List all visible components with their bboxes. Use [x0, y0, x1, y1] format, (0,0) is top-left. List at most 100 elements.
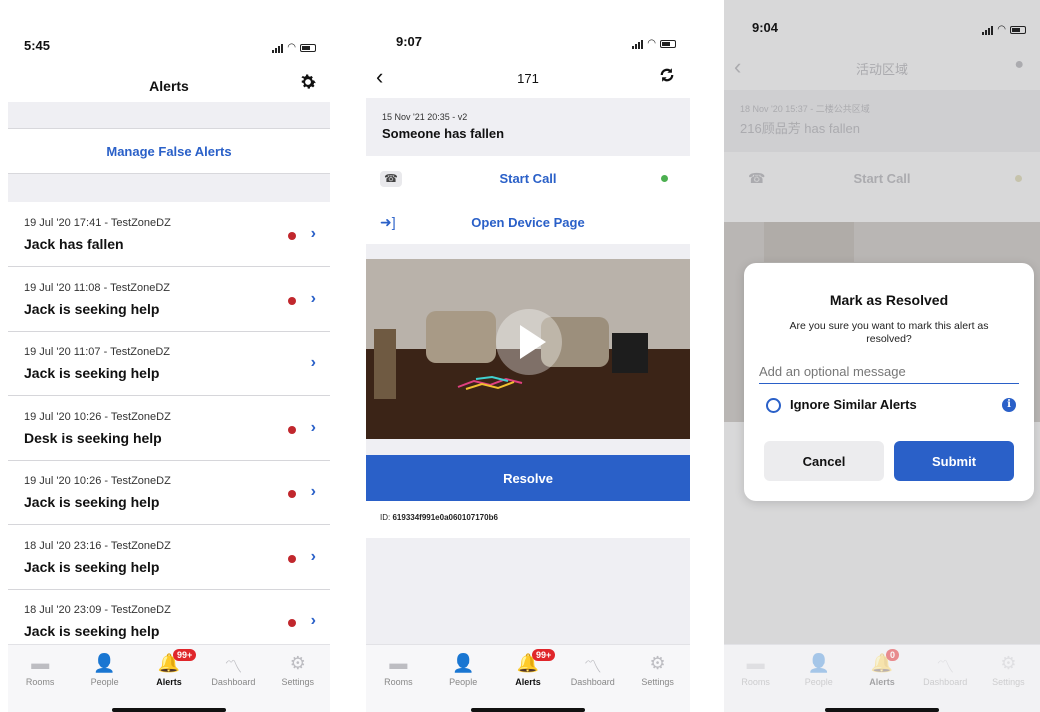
cancel-button[interactable]: Cancel	[764, 441, 884, 481]
info-icon[interactable]: i	[1002, 398, 1016, 412]
alert-message: Jack is seeking help	[24, 365, 160, 381]
tab-label: People	[449, 677, 478, 687]
alert-list-item[interactable]: 19 Jul '20 11:07 - TestZoneDZ Jack is see…	[8, 332, 330, 396]
alert-meta: 19 Jul '20 11:07 - TestZoneDZ	[24, 346, 170, 358]
settings-icon: ⚙	[649, 653, 666, 673]
dashboard-icon: 〽	[936, 657, 955, 677]
tab-label: People	[90, 677, 119, 687]
video-frame-cabinet	[612, 333, 648, 373]
video-player[interactable]	[366, 259, 690, 439]
status-time: 9:07	[396, 34, 423, 49]
unread-dot	[288, 425, 296, 434]
tab-people[interactable]: 👤 People	[789, 653, 849, 687]
alert-detail-screen: 9:07 ◠ ‹ 171 15 Nov '21 20:35 - v2 Someo…	[366, 0, 690, 712]
open-device-page-row[interactable]: ➜] Open Device Page	[366, 200, 690, 244]
resolve-dialog: Mark as Resolved Are you sure you want t…	[744, 263, 1034, 501]
resolve-button[interactable]: Resolve	[366, 455, 690, 501]
chevron-right-icon: ›	[310, 225, 316, 242]
unread-dot	[288, 490, 296, 498]
wifi-icon: ◠	[287, 42, 296, 53]
alerts-count-badge: 99+	[173, 649, 197, 661]
alert-message: Jack is seeking help	[24, 494, 160, 510]
people-icon: 👤	[451, 653, 475, 673]
dialog-body: Are you sure you want to mark this alert…	[789, 320, 989, 345]
people-icon: 👤	[807, 653, 830, 673]
home-indicator[interactable]	[825, 708, 939, 712]
people-icon: 👤	[93, 653, 116, 673]
empty-area	[366, 538, 690, 644]
section-spacer	[366, 244, 690, 259]
tab-dashboard[interactable]: 〽 Dashboard	[563, 653, 623, 687]
alert-meta: 19 Jul '20 10:26 - TestZoneDZ	[24, 475, 171, 487]
tab-rooms[interactable]: ▬ Rooms	[10, 653, 70, 687]
unread-dot	[288, 296, 296, 305]
status-bar: 9:07 ◠	[366, 0, 690, 70]
tab-alerts[interactable]: 🔔 Alerts 99+	[139, 649, 199, 687]
alert-message: Jack is seeking help	[24, 558, 160, 575]
tab-alerts[interactable]: 🔔 Alerts 99+	[498, 649, 558, 687]
chevron-left-icon[interactable]: ‹	[376, 64, 383, 90]
tab-label: People	[804, 677, 833, 687]
chevron-right-icon: ›	[310, 418, 316, 436]
signal-icon	[272, 43, 284, 53]
alert-message: Jack has fallen	[24, 236, 124, 252]
alert-list-item[interactable]: 18 Jul '20 23:16 - TestZoneDZ Jack is see…	[8, 525, 330, 590]
alerts-count-badge: 99+	[532, 649, 556, 661]
page-title: Alerts	[149, 78, 189, 94]
gear-icon[interactable]	[298, 72, 318, 98]
submit-button[interactable]: Submit	[894, 441, 1014, 481]
page-title: 171	[517, 70, 539, 86]
ignore-similar-radio[interactable]	[766, 398, 781, 413]
tab-bar: ▬ Rooms 👤 People 🔔 Alerts 0 〽 Dashboard ⚙ Settings	[724, 644, 1040, 712]
home-indicator[interactable]	[471, 708, 585, 712]
tab-rooms[interactable]: ▬ Rooms	[726, 653, 786, 687]
section-spacer	[8, 174, 330, 202]
start-call-row[interactable]: ☎ Start Call	[366, 157, 690, 201]
tab-rooms[interactable]: ▬ Rooms	[368, 653, 428, 687]
tab-label: Alerts	[515, 677, 541, 687]
chevron-right-icon: ›	[310, 483, 316, 500]
alert-list-item[interactable]: 19 Jul '20 10:26 - TestZoneDZ Desk is see…	[8, 396, 330, 461]
alert-list-item[interactable]: 19 Jul '20 10:26 - TestZoneDZ Jack is see…	[8, 461, 330, 525]
tab-settings[interactable]: ⚙ Settings	[268, 653, 328, 687]
manage-false-alerts-label: Manage False Alerts	[106, 143, 232, 159]
ignore-similar-label[interactable]: Ignore Similar Alerts	[790, 397, 917, 412]
rooms-icon: ▬	[31, 653, 50, 673]
video-frame-lamp	[374, 329, 396, 399]
tab-dashboard[interactable]: 〽 Dashboard	[203, 653, 263, 687]
tab-settings[interactable]: ⚙ Settings	[978, 653, 1038, 687]
refresh-icon[interactable]	[658, 66, 676, 90]
chevron-right-icon: ›	[310, 612, 316, 629]
tab-bar: ▬ Rooms 👤 People 🔔 Alerts 99+ 〽 Dashboard ⚙ Settin…	[366, 644, 690, 712]
manage-false-alerts-link[interactable]: Manage False Alerts	[8, 128, 330, 174]
dashboard-icon: 〽	[583, 657, 602, 677]
alert-meta: 15 Nov '21 20:35 - v2	[382, 112, 468, 122]
rooms-icon: ▬	[389, 653, 408, 673]
tab-people[interactable]: 👤 People	[75, 653, 135, 687]
nav-bar: Alerts	[8, 72, 330, 100]
play-icon[interactable]	[496, 309, 562, 375]
alert-meta: 18 Jul '20 23:16 - TestZoneDZ	[24, 539, 171, 552]
alert-meta: 18 Jul '20 23:09 - TestZoneDZ	[24, 604, 171, 616]
tab-label: Rooms	[25, 677, 55, 687]
dashboard-icon: 〽	[224, 657, 243, 677]
alerts-icon: 🔔	[870, 653, 894, 673]
optional-message-input[interactable]	[759, 360, 1019, 384]
unread-dot	[288, 619, 296, 627]
tab-dashboard[interactable]: 〽 Dashboard	[915, 653, 975, 687]
unread-dot	[288, 554, 296, 563]
open-device-page-label: Open Device Page	[471, 214, 585, 230]
start-call-label: Start Call	[499, 171, 557, 186]
tab-label: Alerts	[869, 677, 895, 687]
alert-message: Someone has fallen	[382, 126, 505, 141]
tab-alerts[interactable]: 🔔 Alerts 0	[852, 649, 912, 687]
tab-settings[interactable]: ⚙ Settings	[628, 653, 688, 687]
battery-icon	[300, 43, 316, 52]
tab-label: Settings	[281, 677, 315, 687]
tab-people[interactable]: 👤 People	[433, 653, 493, 687]
alert-list-item[interactable]: 19 Jul '20 17:41 - TestZoneDZ Jack has fa…	[8, 203, 330, 267]
alert-meta: 19 Jul '20 10:26 - TestZoneDZ	[24, 410, 171, 423]
home-indicator[interactable]	[112, 708, 226, 712]
alert-id: ID: 619334f991e0a060107170b6	[380, 513, 498, 522]
alert-list-item[interactable]: 19 Jul '20 11:08 - TestZoneDZ Jack is see…	[8, 267, 330, 332]
